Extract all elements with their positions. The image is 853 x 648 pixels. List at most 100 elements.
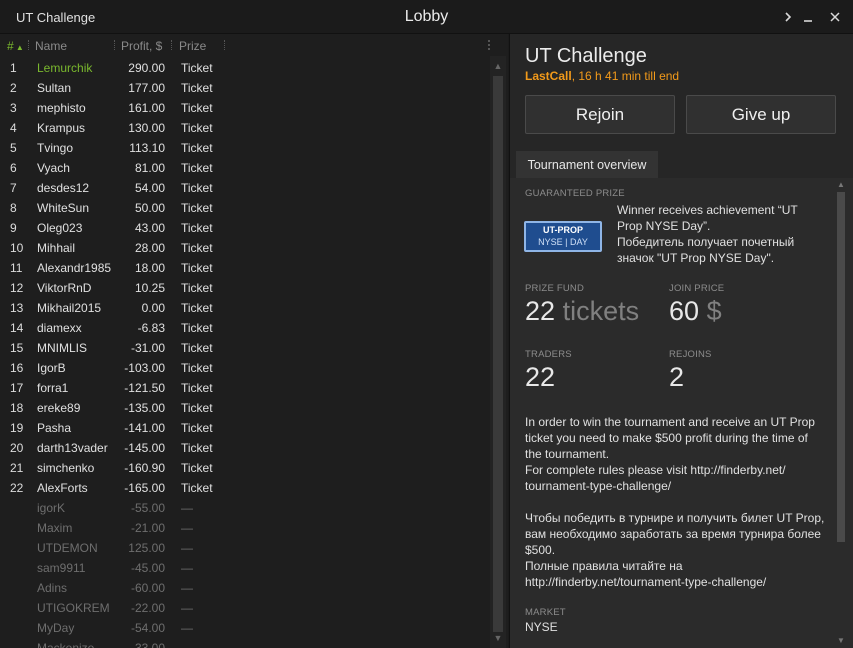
scroll-up-icon[interactable]: ▲ [834, 179, 848, 191]
column-header-profit[interactable]: Profit, $ [121, 39, 162, 53]
table-row[interactable]: 8 WhiteSun 50.00 Ticket [0, 198, 490, 218]
scrollbar-thumb[interactable] [493, 76, 503, 632]
table-row[interactable]: 16 IgorB -103.00 Ticket [0, 358, 490, 378]
name-cell: AlexForts [37, 481, 88, 495]
table-row[interactable]: 3 mephisto 161.00 Ticket [0, 98, 490, 118]
name-cell: MNIMLIS [37, 341, 88, 355]
chevron-right-icon[interactable] [777, 6, 799, 28]
badge-line1: UT-PROP [542, 225, 583, 235]
profit-cell: 28.00 [134, 241, 165, 255]
tournament-panel: UT Challenge LastCall, 16 h 41 min till … [509, 34, 853, 648]
minimize-icon[interactable] [797, 6, 819, 28]
table-row[interactable]: Adins -60.00 — [0, 578, 490, 598]
column-header-name[interactable]: Name [35, 39, 67, 53]
profit-cell: 130.00 [128, 121, 165, 135]
column-divider[interactable] [114, 40, 116, 50]
name-cell: UTDEMON [37, 541, 98, 555]
close-icon[interactable] [824, 6, 846, 28]
profit-cell: -165.00 [124, 481, 165, 495]
table-row[interactable]: 18 ereke89 -135.00 Ticket [0, 398, 490, 418]
table-row[interactable]: 14 diamexx -6.83 Ticket [0, 318, 490, 338]
profit-cell: -54.00 [130, 621, 165, 635]
name-cell: WhiteSun [37, 201, 90, 215]
scroll-down-icon[interactable]: ▼ [834, 635, 848, 647]
prize-fund-number: 22 [525, 296, 556, 326]
column-divider[interactable] [224, 40, 226, 50]
table-row[interactable]: 22 AlexForts -165.00 Ticket [0, 478, 490, 498]
panel-grip-icon[interactable] [488, 40, 492, 50]
profit-cell: -60.00 [130, 581, 165, 595]
profit-cell: -135.00 [124, 401, 165, 415]
rank-cell: 7 [10, 181, 17, 195]
give-up-button[interactable]: Give up [686, 95, 836, 134]
overview-scrollbar[interactable]: ▲ ▼ [834, 178, 848, 648]
prize-cell: Ticket [181, 181, 213, 195]
table-row[interactable]: 11 Alexandr1985 18.00 Ticket [0, 258, 490, 278]
scroll-up-icon[interactable]: ▲ [490, 58, 506, 74]
table-row[interactable]: 4 Krampus 130.00 Ticket [0, 118, 490, 138]
table-row[interactable]: 19 Pasha -141.00 Ticket [0, 418, 490, 438]
table-row[interactable]: Maxim -21.00 — [0, 518, 490, 538]
name-cell: Mihhail [37, 241, 76, 255]
table-row[interactable]: sam9911 -45.00 — [0, 558, 490, 578]
rejoin-button[interactable]: Rejoin [525, 95, 675, 134]
name-cell: Maxim [37, 521, 73, 535]
column-header-rank[interactable]: # ▲ [7, 39, 24, 53]
table-row[interactable]: 10 Mihhail 28.00 Ticket [0, 238, 490, 258]
rank-cell: 3 [10, 101, 17, 115]
leaderboard-scrollbar[interactable]: ▲ ▼ [490, 56, 506, 648]
name-cell: Lemurchik [37, 61, 93, 75]
table-row[interactable]: 15 MNIMLIS -31.00 Ticket [0, 338, 490, 358]
rank-cell: 13 [10, 301, 24, 315]
name-cell: diamexx [37, 321, 82, 335]
table-row[interactable]: 9 Oleg023 43.00 Ticket [0, 218, 490, 238]
table-row[interactable]: 13 Mikhail2015 0.00 Ticket [0, 298, 490, 318]
window-title: Lobby [404, 8, 449, 25]
leaderboard-panel: # ▲ Name Profit, $ Prize 1 Lemurchik 290.0… [0, 34, 508, 648]
prize-cell: Ticket [181, 201, 213, 215]
prize-description-en: Winner receives achievement “UT Prop NYS… [617, 203, 798, 233]
column-header-prize[interactable]: Prize [179, 39, 206, 53]
scroll-down-icon[interactable]: ▼ [490, 630, 506, 646]
profit-cell: -33.00 [130, 641, 165, 648]
traders-value: 22 [525, 362, 556, 392]
profit-cell: 50.00 [134, 201, 165, 215]
table-row[interactable]: 2 Sultan 177.00 Ticket [0, 78, 490, 98]
prize-cell: — [181, 581, 193, 595]
join-price-unit: $ [706, 296, 722, 326]
table-row[interactable]: MyDay -54.00 — [0, 618, 490, 638]
tournament-time-left: , 16 h 41 min till end [571, 69, 680, 83]
guaranteed-prize-label: GUARANTEED PRIZE [525, 188, 625, 199]
table-row[interactable]: 12 ViktorRnD 10.25 Ticket [0, 278, 490, 298]
prize-cell: — [181, 621, 193, 635]
table-row[interactable]: 21 simchenko -160.90 Ticket [0, 458, 490, 478]
profit-cell: -45.00 [130, 561, 165, 575]
table-row[interactable]: UTIGOKREM -22.00 — [0, 598, 490, 618]
name-cell: Krampus [37, 121, 86, 135]
scrollbar-thumb[interactable] [837, 192, 845, 542]
rules-en-text: In order to win the tournament and recei… [525, 415, 815, 461]
table-row[interactable]: 20 darth13vader -145.00 Ticket [0, 438, 490, 458]
rank-cell: 19 [10, 421, 24, 435]
column-divider[interactable] [171, 40, 173, 50]
profit-cell: -55.00 [130, 501, 165, 515]
table-row[interactable]: Mackenize -33.00 — [0, 638, 490, 648]
table-row[interactable]: 5 Tvingo 113.10 Ticket [0, 138, 490, 158]
table-row[interactable]: 17 forra1 -121.50 Ticket [0, 378, 490, 398]
tab-tournament-overview[interactable]: Tournament overview [516, 151, 658, 178]
table-row[interactable]: 7 desdes12 54.00 Ticket [0, 178, 490, 198]
table-row[interactable]: 6 Vyach 81.00 Ticket [0, 158, 490, 178]
table-row[interactable]: igorK -55.00 — [0, 498, 490, 518]
column-divider[interactable] [28, 40, 30, 50]
name-cell: Adins [37, 581, 68, 595]
rank-cell: 4 [10, 121, 17, 135]
title-bar: UT Challenge Lobby [0, 0, 853, 34]
profit-cell: 113.10 [129, 141, 165, 155]
name-cell: ViktorRnD [37, 281, 92, 295]
table-row[interactable]: UTDEMON 125.00 — [0, 538, 490, 558]
profit-cell: -121.50 [124, 381, 165, 395]
prize-cell: — [181, 561, 193, 575]
join-price-label: JOIN PRICE [669, 283, 725, 294]
table-row[interactable]: 1 Lemurchik 290.00 Ticket [0, 58, 490, 78]
name-cell: Oleg023 [37, 221, 83, 235]
